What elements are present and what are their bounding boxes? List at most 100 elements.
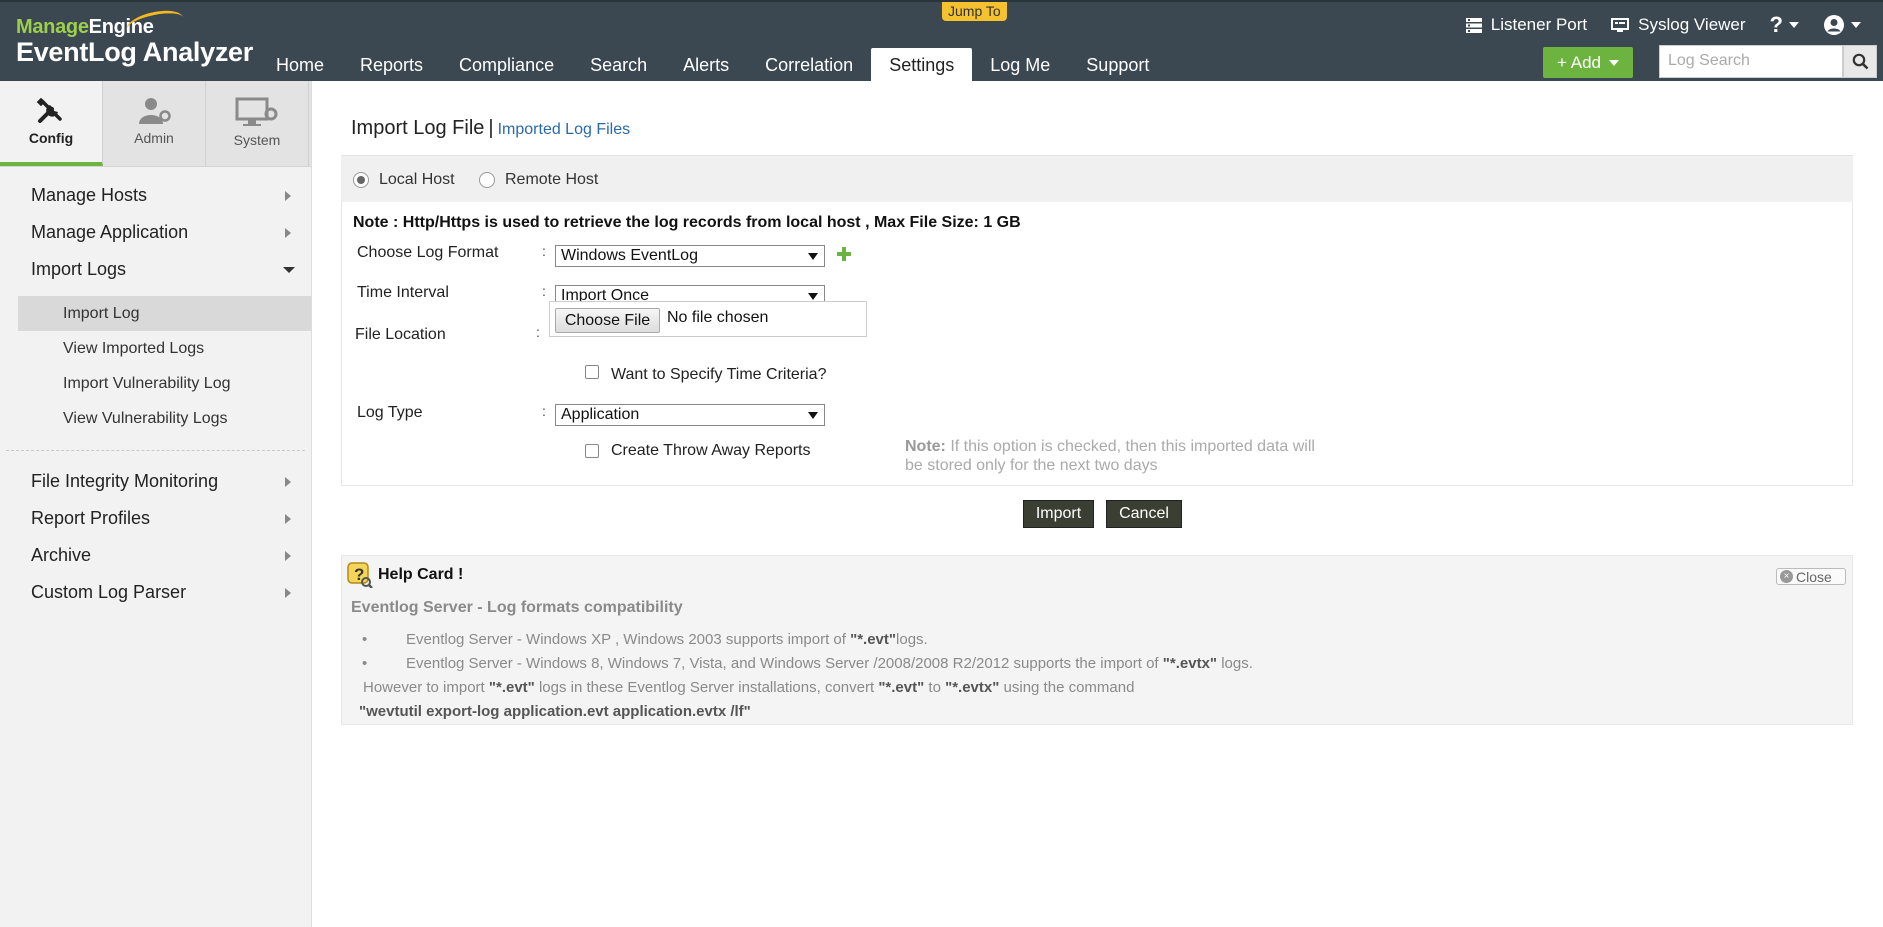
logo[interactable]: ManageEngine EventLog Analyzer	[16, 6, 253, 68]
help-subtitle: Eventlog Server - Log formats compatibil…	[351, 599, 683, 616]
sidebar-subitem-view-vulnerability-logs[interactable]: View Vulnerability Logs	[18, 401, 311, 436]
add-button[interactable]: + Add	[1543, 47, 1633, 78]
jump-to-button[interactable]: Jump To	[942, 2, 1007, 21]
server-icon	[1465, 17, 1482, 33]
log-search-input[interactable]: Log Search	[1659, 45, 1843, 78]
chevron-down-icon	[1789, 22, 1799, 28]
sidebar-item-manage-application[interactable]: Manage Application	[0, 214, 311, 251]
log-type-select[interactable]: Application	[555, 404, 825, 426]
sidebar-item-custom-log-parser[interactable]: Custom Log Parser	[0, 574, 311, 611]
dropdown-arrow-icon	[808, 412, 818, 419]
help-command: "wevtutil export-log application.evt app…	[359, 703, 751, 720]
tab-admin[interactable]: Admin	[103, 81, 206, 166]
admin-user-icon	[139, 98, 171, 124]
choose-file-button[interactable]: Choose File	[555, 308, 660, 333]
sidebar-item-file-integrity-monitoring[interactable]: File Integrity Monitoring	[0, 463, 311, 500]
help-convert-note: However to import "*.evt" logs in these …	[363, 679, 1135, 696]
sidebar-subitem-import-log[interactable]: Import Log	[18, 296, 311, 331]
tab-system[interactable]: System	[206, 81, 309, 166]
sidebar-subitem-import-vulnerability-log[interactable]: Import Vulnerability Log	[18, 366, 311, 401]
system-monitor-icon	[235, 97, 278, 126]
close-help-button[interactable]: × Close	[1776, 568, 1846, 585]
nav-settings[interactable]: Settings	[871, 48, 973, 83]
colon: :	[542, 403, 546, 419]
time-criteria-checkbox[interactable]: Want to Specify Time Criteria?	[585, 360, 826, 384]
log-format-select[interactable]: Windows EventLog	[555, 245, 825, 267]
product-name: EventLog Analyzer	[16, 37, 253, 67]
radio-selected	[353, 172, 369, 188]
nav-support[interactable]: Support	[1068, 48, 1167, 83]
nav-correlation[interactable]: Correlation	[747, 48, 871, 83]
monitor-icon	[1611, 17, 1630, 32]
host-selector: Local Host Remote Host	[341, 155, 1853, 202]
cancel-button[interactable]: Cancel	[1106, 500, 1182, 528]
top-bar: ManageEngine EventLog Analyzer Jump To H…	[0, 0, 1883, 83]
import-button[interactable]: Import	[1023, 500, 1094, 528]
top-links: Listener Port Syslog Viewer ?	[1442, 12, 1861, 38]
help-question-icon: ?	[347, 562, 373, 588]
nav-alerts[interactable]: Alerts	[665, 48, 747, 83]
sidebar-item-report-profiles[interactable]: Report Profiles	[0, 500, 311, 537]
remote-host-radio[interactable]: Remote Host	[479, 171, 598, 189]
syslog-viewer-link[interactable]: Syslog Viewer	[1611, 15, 1746, 35]
file-location-label: File Location	[355, 326, 446, 343]
search-button[interactable]	[1843, 45, 1877, 78]
chevron-right-icon	[285, 514, 291, 524]
tools-icon	[36, 97, 62, 123]
help-card-title: ? Help Card !	[346, 561, 463, 588]
nav-search[interactable]: Search	[572, 48, 665, 83]
chevron-right-icon	[285, 551, 291, 561]
nav-home[interactable]: Home	[258, 48, 342, 83]
chevron-right-icon	[285, 228, 291, 238]
throw-away-checkbox[interactable]: Create Throw Away Reports	[585, 442, 811, 460]
import-note: Note : Http/Https is used to retrieve th…	[353, 214, 1021, 231]
chevron-down-icon	[283, 267, 295, 273]
chevron-right-icon	[285, 191, 291, 201]
checkbox-unchecked	[585, 365, 599, 379]
help-card: ? Help Card ! × Close Eventlog Server - L…	[341, 555, 1853, 725]
sidebar-tabs: Config Admin System	[0, 81, 311, 167]
sidebar-item-manage-hosts[interactable]: Manage Hosts	[0, 177, 311, 214]
sidebar-item-archive[interactable]: Archive	[0, 537, 311, 574]
sidebar-subitem-view-imported-logs[interactable]: View Imported Logs	[18, 331, 311, 366]
chevron-down-icon	[1608, 59, 1619, 66]
import-form: Note : Http/Https is used to retrieve th…	[341, 202, 1853, 486]
user-menu[interactable]	[1823, 14, 1861, 36]
file-input: Choose File No file chosen	[549, 301, 867, 337]
user-avatar-icon	[1824, 15, 1844, 35]
colon: :	[536, 324, 540, 340]
main-nav: Home Reports Compliance Search Alerts Co…	[258, 48, 1167, 83]
time-interval-label: Time Interval	[357, 284, 449, 301]
chevron-right-icon	[285, 588, 291, 598]
nav-reports[interactable]: Reports	[342, 48, 441, 83]
chevron-down-icon	[1851, 22, 1861, 28]
no-file-text: No file chosen	[667, 309, 769, 326]
help-icon: ?	[1769, 12, 1783, 37]
help-menu[interactable]: ?	[1770, 12, 1799, 38]
add-format-icon[interactable]	[836, 246, 852, 262]
nav-compliance[interactable]: Compliance	[441, 48, 572, 83]
local-host-radio[interactable]: Local Host	[353, 171, 455, 189]
log-format-label: Choose Log Format	[357, 244, 499, 261]
sidebar: Config Admin System Manage Hosts Manage …	[0, 81, 312, 927]
dropdown-arrow-icon	[808, 293, 818, 300]
checkbox-unchecked	[585, 444, 599, 458]
main-content: Import Log File | Imported Log Files Local…	[313, 81, 1883, 927]
imported-log-files-link[interactable]: Imported Log Files	[498, 121, 631, 138]
help-list-item: • Eventlog Server - Windows XP , Windows …	[362, 631, 928, 648]
tab-config[interactable]: Config	[0, 81, 103, 166]
listener-port-link[interactable]: Listener Port	[1465, 15, 1587, 35]
chevron-right-icon	[285, 477, 291, 487]
sidebar-item-import-logs[interactable]: Import Logs	[0, 251, 311, 288]
throw-away-note: Note: If this option is checked, then th…	[905, 438, 1315, 474]
colon: :	[542, 243, 546, 259]
colon: :	[542, 283, 546, 299]
sidebar-divider	[6, 450, 305, 451]
help-list-item: • Eventlog Server - Windows 8, Windows 7,…	[362, 655, 1253, 672]
sidebar-menu: Manage Hosts Manage Application Import L…	[0, 167, 311, 611]
dropdown-arrow-icon	[808, 253, 818, 260]
nav-log-me[interactable]: Log Me	[972, 48, 1068, 83]
log-type-label: Log Type	[357, 404, 423, 421]
close-icon: ×	[1780, 570, 1793, 583]
radio-unselected	[479, 172, 495, 188]
